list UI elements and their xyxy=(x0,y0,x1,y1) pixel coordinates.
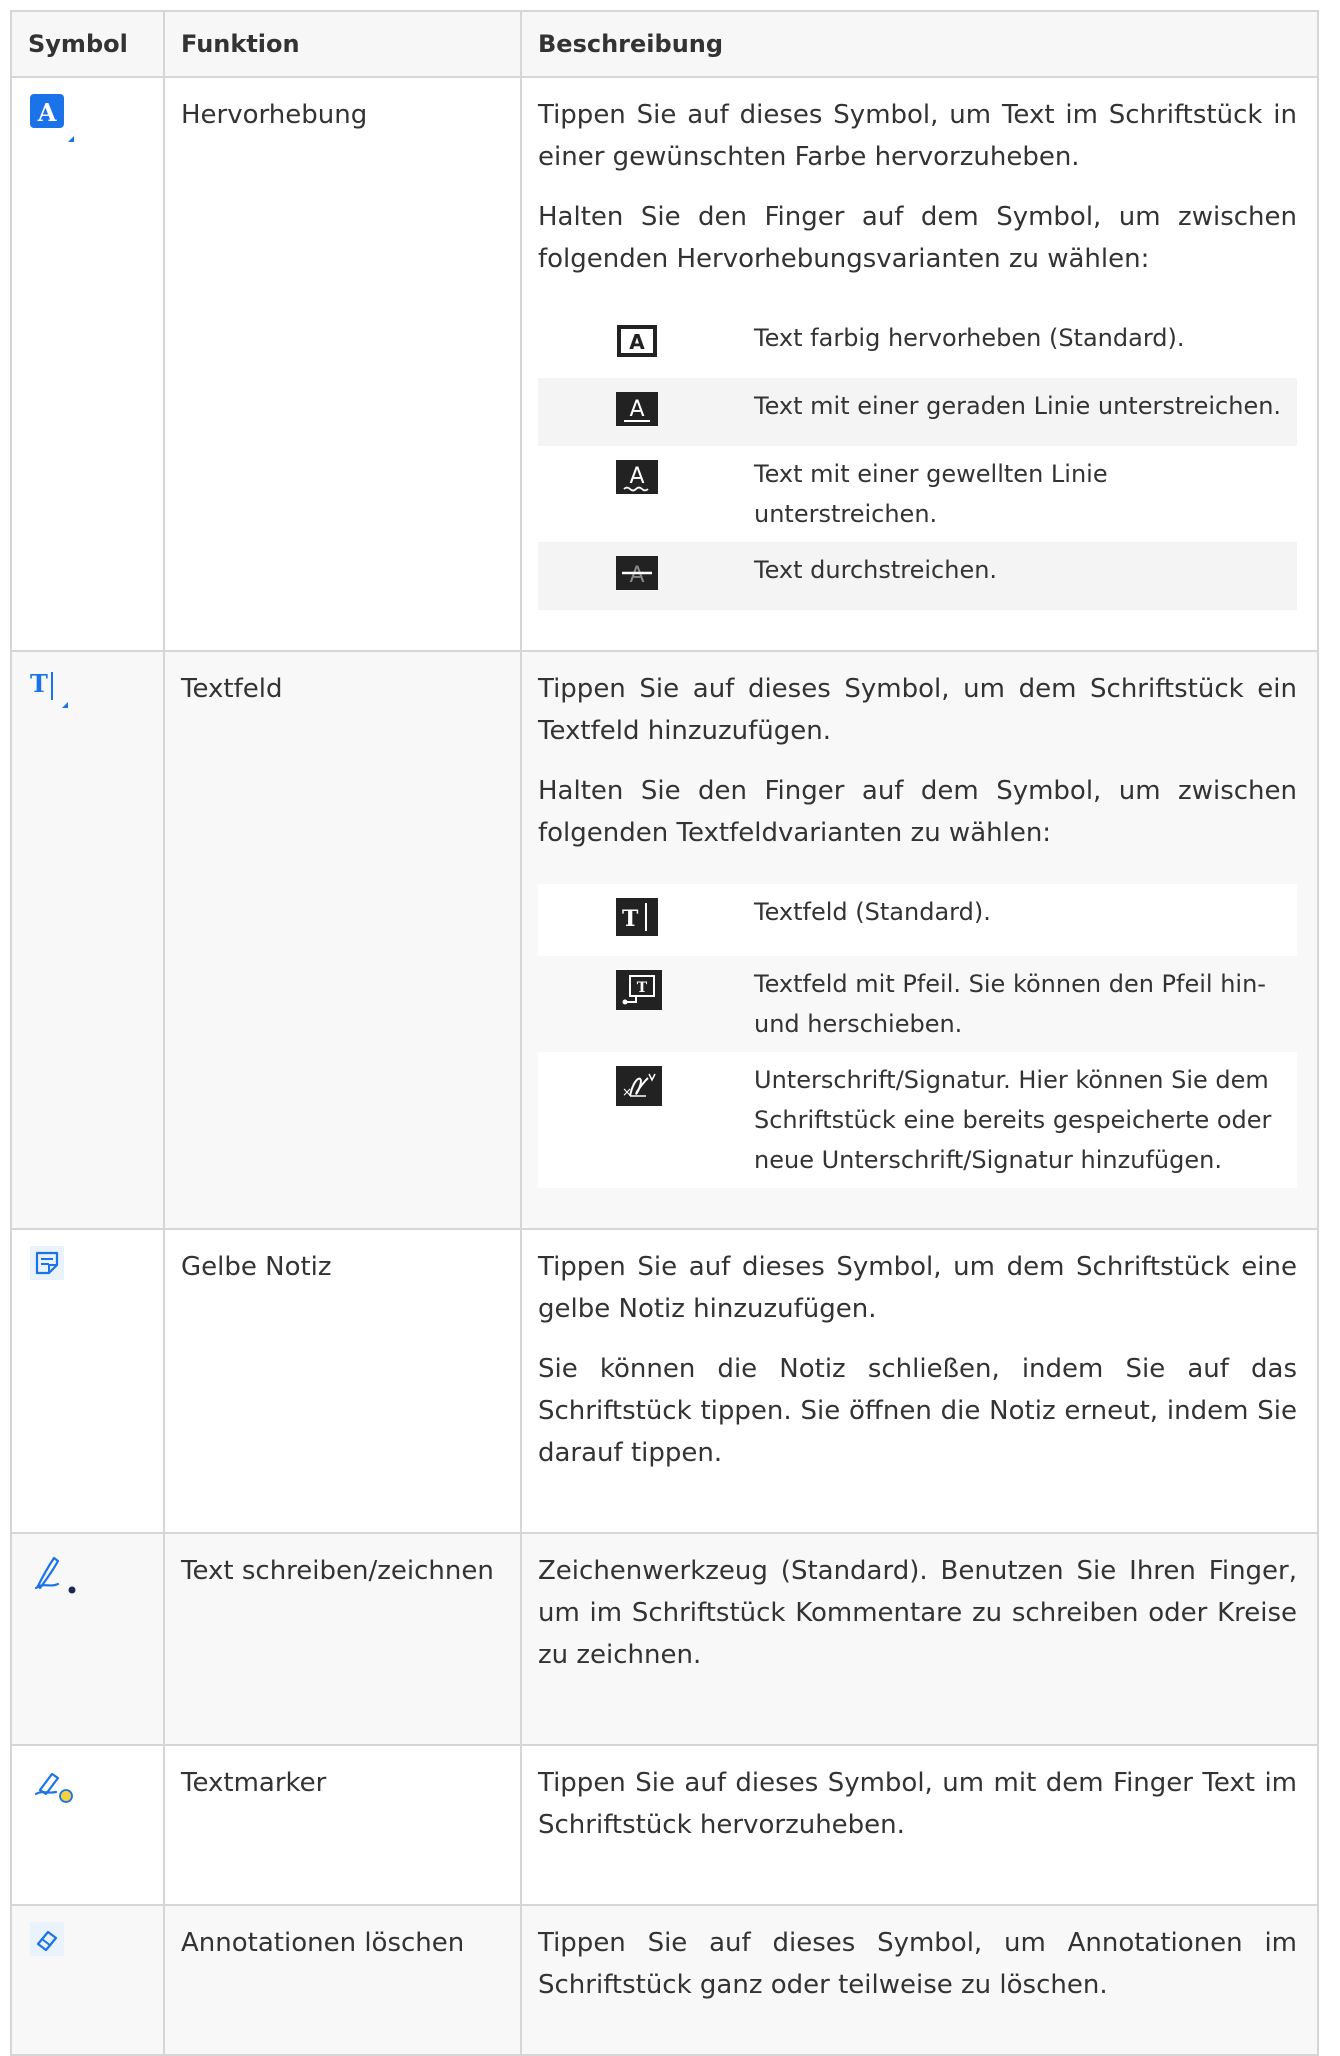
textfield-dark-icon: T xyxy=(616,898,658,948)
description-text: Tippen Sie auf dieses Symbol, um dem Sch… xyxy=(538,1252,1297,1324)
option-text: Text mit einer gewellten Linie unterstre… xyxy=(754,460,1108,528)
table-row: Gelbe Notiz Tippen Sie auf dieses Symbol… xyxy=(10,1228,1319,1534)
list-item: A Text durchstreichen. xyxy=(538,542,1297,610)
list-item: A Text farbig hervorheben (Standard). xyxy=(538,310,1297,378)
underline-wavy-icon: A xyxy=(616,460,658,506)
function-label: Annotationen löschen xyxy=(181,1928,465,1958)
list-item: A Text mit einer gewellten Linie unterst… xyxy=(538,446,1297,542)
textfield-arrow-icon: T xyxy=(616,970,662,1022)
strikethrough-icon: A xyxy=(616,556,658,602)
underline-straight-icon: A xyxy=(616,392,658,438)
list-item: T Textfeld (Standard). xyxy=(538,884,1297,956)
svg-text:T: T xyxy=(637,980,648,996)
function-label: Textfeld xyxy=(181,674,283,704)
table-row: Annotationen löschen Tippen Sie auf dies… xyxy=(10,1904,1319,2056)
option-text: Text mit einer geraden Linie unterstreic… xyxy=(754,392,1282,420)
description-text: Tippen Sie auf dieses Symbol, um Text im… xyxy=(538,100,1297,172)
list-item: A Text mit einer geraden Linie unterstre… xyxy=(538,378,1297,446)
description-text: Tippen Sie auf dieses Symbol, um Annotat… xyxy=(538,1928,1297,2000)
function-label: Hervorhebung xyxy=(181,100,368,130)
svg-text:A: A xyxy=(37,98,57,127)
description-text: Tippen Sie auf dieses Symbol, um mit dem… xyxy=(538,1768,1297,1840)
eraser-icon xyxy=(28,1920,76,1973)
description-text: Tippen Sie auf dieses Symbol, um dem Sch… xyxy=(538,674,1297,746)
svg-text:T: T xyxy=(30,669,48,698)
function-label: Text schreiben/zeichnen xyxy=(181,1556,494,1586)
pen-icon xyxy=(28,1548,84,1611)
list-item: × Unterschrift/Signatur. Hier können Sie… xyxy=(538,1052,1297,1188)
table-row: Textmarker Tippen Sie auf dieses Symbol,… xyxy=(10,1744,1319,1906)
option-list: T Textfeld (Standard). T Textfeld mit Pf… xyxy=(538,884,1297,1188)
option-text: Text durchstreichen. xyxy=(754,556,998,584)
description-text: Halten Sie den Finger auf dem Symbol, um… xyxy=(538,202,1297,274)
note-icon xyxy=(28,1244,76,1297)
table-row: Text schreiben/zeichnen Zeichenwerkzeug … xyxy=(10,1532,1319,1746)
svg-text:A: A xyxy=(629,330,645,354)
function-label: Textmarker xyxy=(181,1768,327,1798)
description-text: Halten Sie den Finger auf dem Symbol, um… xyxy=(538,776,1297,848)
list-item: T Textfeld mit Pfeil. Sie können den Pfe… xyxy=(538,956,1297,1052)
description-text: Sie können die Notiz schließen, indem Si… xyxy=(538,1354,1297,1468)
signature-icon: × xyxy=(616,1066,662,1118)
option-text: Textfeld (Standard). xyxy=(754,898,991,926)
function-table: Symbol Funktion Beschreibung A Hervorheb… xyxy=(10,10,1319,2056)
header-symbol: Symbol xyxy=(10,10,165,78)
table-row: A Hervorhebung Tippen Sie auf dieses Sym… xyxy=(10,76,1319,652)
table-header-row: Symbol Funktion Beschreibung xyxy=(10,10,1319,78)
option-text: Text farbig hervorheben (Standard). xyxy=(754,324,1185,352)
svg-text:A: A xyxy=(629,563,644,588)
function-label: Gelbe Notiz xyxy=(181,1252,332,1282)
highlight-a-icon: A xyxy=(28,92,76,157)
header-funktion: Funktion xyxy=(163,10,522,78)
textfield-icon: T xyxy=(28,666,76,727)
option-text: Textfeld mit Pfeil. Sie können den Pfeil… xyxy=(754,970,1266,1038)
header-beschreibung: Beschreibung xyxy=(520,10,1319,78)
highlight-box-icon: A xyxy=(616,324,658,370)
option-text: Unterschrift/Signatur. Hier können Sie d… xyxy=(754,1066,1272,1174)
description-text: Zeichenwerkzeug (Standard). Benutzen Sie… xyxy=(538,1556,1297,1670)
svg-text:A: A xyxy=(629,464,644,489)
svg-text:A: A xyxy=(629,397,644,422)
table-row: T Textfeld Tippen Sie auf dieses Symbol,… xyxy=(10,650,1319,1230)
option-list: A Text farbig hervorheben (Standard). A … xyxy=(538,310,1297,610)
svg-text:T: T xyxy=(622,906,639,932)
marker-icon xyxy=(28,1760,84,1823)
